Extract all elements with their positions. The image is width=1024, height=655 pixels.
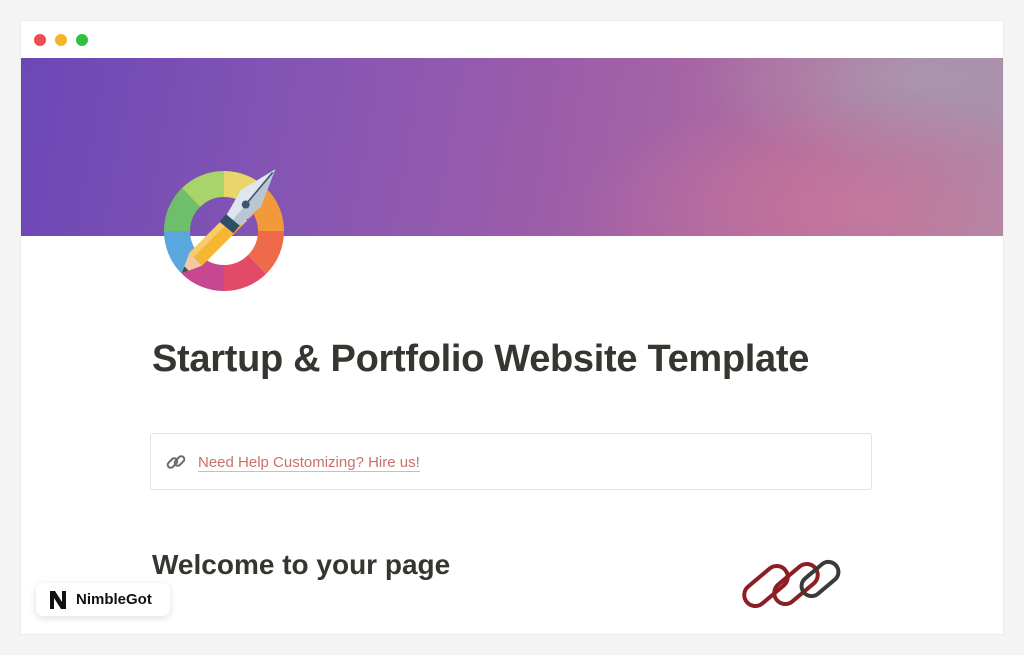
minimize-window-button[interactable] xyxy=(55,34,67,46)
close-window-button[interactable] xyxy=(34,34,46,46)
page-title[interactable]: Startup & Portfolio Website Template xyxy=(152,338,809,381)
brand-badge[interactable]: NimbleGot xyxy=(36,583,170,616)
chain-links-icon xyxy=(737,555,847,611)
brand-name: NimbleGot xyxy=(76,591,152,608)
pen-and-palette-icon[interactable] xyxy=(157,161,291,295)
maximize-window-button[interactable] xyxy=(76,34,88,46)
welcome-heading: Welcome to your page xyxy=(152,549,451,580)
window-titlebar xyxy=(21,21,1003,58)
nimblegot-logo-icon xyxy=(47,589,69,611)
link-icon xyxy=(165,451,187,473)
browser-window: Startup & Portfolio Website Template Nee… xyxy=(21,21,1003,634)
callout-block: Need Help Customizing? Hire us! xyxy=(150,433,872,490)
hire-us-link[interactable]: Need Help Customizing? Hire us! xyxy=(198,454,420,472)
